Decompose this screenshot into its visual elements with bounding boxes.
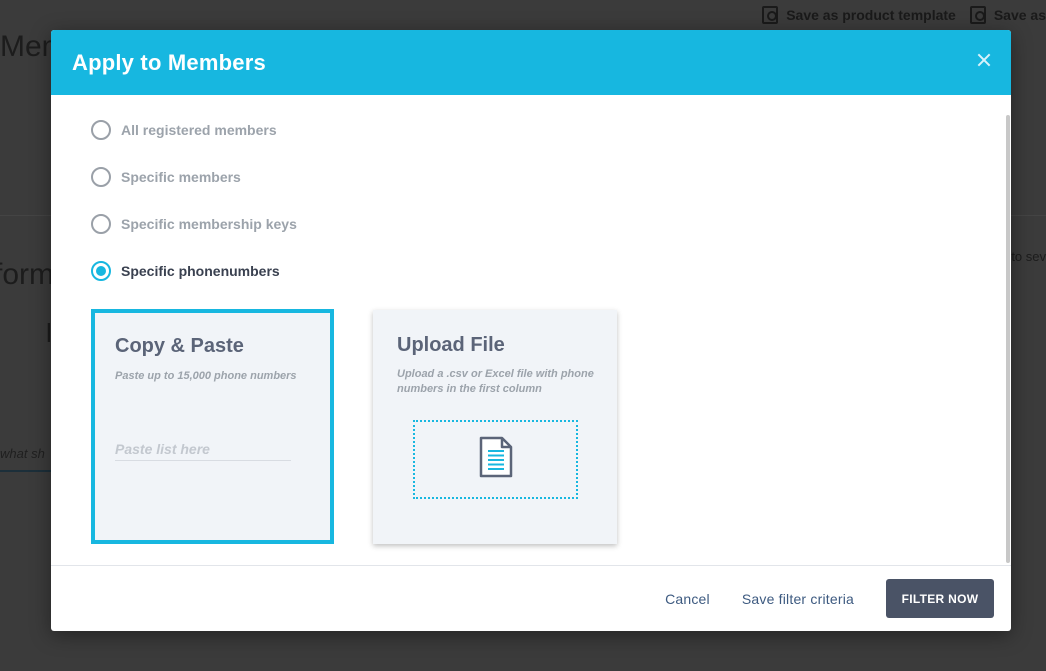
- filter-now-button[interactable]: FILTER NOW: [886, 579, 994, 618]
- template-icon: [969, 6, 986, 24]
- save-product-template-label: Save as product template: [786, 7, 956, 23]
- close-icon[interactable]: [975, 52, 993, 70]
- background-toolbar: Save as product template Save as: [0, 0, 1046, 30]
- save-filter-criteria-button[interactable]: Save filter criteria: [742, 591, 854, 607]
- dialog-header: Apply to Members: [51, 30, 1011, 95]
- document-icon: [479, 436, 513, 483]
- option-specific-membership-keys[interactable]: Specific membership keys: [91, 214, 297, 234]
- dialog-footer: Cancel Save filter criteria FILTER NOW: [51, 565, 1011, 631]
- option-all-registered-members[interactable]: All registered members: [91, 120, 277, 140]
- upload-file-card[interactable]: Upload File Upload a .csv or Excel file …: [373, 310, 617, 544]
- cancel-button[interactable]: Cancel: [665, 591, 710, 607]
- radio-button[interactable]: [91, 167, 111, 187]
- copy-paste-title: Copy & Paste: [115, 335, 244, 357]
- paste-list-input[interactable]: [115, 437, 291, 461]
- save-as-action: Save as: [969, 6, 1046, 24]
- copy-paste-card[interactable]: Copy & Paste Paste up to 15,000 phone nu…: [91, 309, 334, 544]
- option-specific-phonenumbers[interactable]: Specific phonenumbers: [91, 261, 280, 281]
- radio-button-checked[interactable]: [91, 261, 111, 281]
- file-dropzone[interactable]: [413, 420, 578, 499]
- dialog-scrollbar[interactable]: [1006, 115, 1010, 563]
- upload-file-subtitle: Upload a .csv or Excel file with phone n…: [397, 368, 594, 395]
- apply-to-members-dialog: Apply to Members All registered members …: [51, 30, 1011, 631]
- option-label: Specific phonenumbers: [121, 263, 280, 279]
- copy-paste-subtitle: Paste up to 15,000 phone numbers: [115, 370, 297, 382]
- dialog-body: All registered members Specific members …: [51, 95, 1011, 565]
- option-label: Specific members: [121, 169, 241, 185]
- save-product-template-action: Save as product template: [762, 6, 956, 24]
- upload-file-title: Upload File: [397, 334, 505, 356]
- save-as-label: Save as: [993, 7, 1046, 23]
- option-label: All registered members: [121, 122, 277, 138]
- background-search-placeholder: what sh: [0, 446, 45, 461]
- option-specific-members[interactable]: Specific members: [91, 167, 241, 187]
- radio-button[interactable]: [91, 120, 111, 140]
- background-section-title: form: [0, 258, 54, 291]
- dialog-title: Apply to Members: [72, 49, 266, 75]
- radio-button[interactable]: [91, 214, 111, 234]
- option-label: Specific membership keys: [121, 216, 297, 232]
- background-right-text: to sev: [1011, 249, 1046, 264]
- template-icon: [762, 6, 779, 24]
